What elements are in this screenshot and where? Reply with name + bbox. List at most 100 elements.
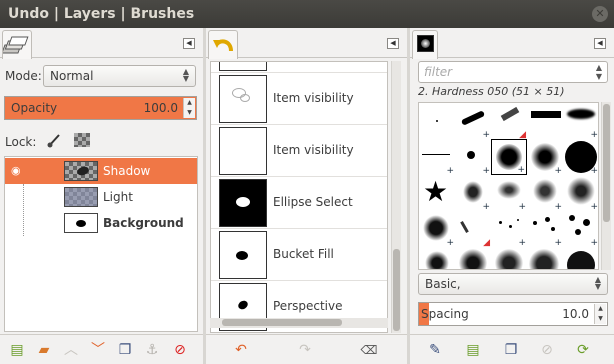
brush-cell[interactable]: +: [491, 211, 527, 248]
undo-row[interactable]: Ellipse Select: [211, 177, 387, 229]
spacing-slider[interactable]: Spacing 10.0 ▲ ▼: [418, 302, 608, 326]
brush-cell[interactable]: +: [455, 103, 491, 140]
brush-cell[interactable]: +: [455, 175, 491, 212]
undo-item-label: Bucket Fill: [273, 247, 334, 261]
undo-hscroll-thumb[interactable]: [222, 319, 342, 326]
layer-thumb-background: [64, 213, 98, 233]
layer-thumb-shadow: [64, 161, 98, 181]
brush-cell[interactable]: +: [563, 211, 598, 248]
tab-brushes[interactable]: [412, 30, 438, 59]
brush-cell-selected[interactable]: +: [491, 139, 527, 175]
spacing-label: Spacing: [421, 307, 469, 321]
spacing-spin-buttons[interactable]: ▲ ▼: [594, 304, 606, 324]
undo-horizontal-scrollbar[interactable]: [210, 318, 388, 328]
layers-icon: [1, 36, 29, 54]
undo-thumb: [219, 231, 267, 279]
new-brush-icon[interactable]: ▤: [464, 341, 482, 359]
brush-cell[interactable]: +: [419, 211, 455, 248]
undo-row[interactable]: Bucket Fill: [211, 229, 387, 281]
brushes-button-row: ✎ ▤ ❐ ⊘ ⟳: [410, 334, 614, 364]
undo-scroll-thumb[interactable]: [393, 249, 400, 331]
layer-thumb-light: [64, 187, 98, 207]
window-titlebar[interactable]: Undo | Layers | Brushes ✕: [0, 0, 614, 28]
brush-preset-select[interactable]: Basic, ▲ ▼: [418, 273, 608, 295]
brush-cell[interactable]: ◢: [455, 211, 491, 248]
preset-value: Basic,: [425, 277, 461, 291]
brush-grid-scrollbar[interactable]: [601, 102, 611, 270]
tab-undo-history[interactable]: [208, 30, 238, 59]
undo-item-label: Ellipse Select: [273, 195, 353, 209]
brush-cell[interactable]: ★: [419, 175, 455, 211]
undo-thumb: [219, 179, 267, 227]
brush-cell[interactable]: ◢: [491, 103, 527, 140]
brush-cell[interactable]: +: [563, 139, 598, 176]
brush-cell[interactable]: +: [455, 139, 491, 176]
mode-select[interactable]: Normal ▲ ▼: [43, 65, 196, 87]
brush-cell[interactable]: [491, 247, 527, 269]
delete-brush-icon[interactable]: ⊘: [538, 341, 556, 359]
layers-button-row: ▤ ▰ ︿ ﹀ ❐ ⚓ ⊘: [0, 334, 203, 364]
spin-arrows-icon: ▲ ▼: [594, 275, 601, 291]
duplicate-brush-icon[interactable]: ❐: [502, 341, 520, 359]
duplicate-layer-icon[interactable]: ❐: [116, 341, 134, 359]
lock-alpha-checker-icon[interactable]: [74, 133, 90, 147]
selected-brush-name: 2. Hardness 050 (51 × 51): [418, 85, 565, 98]
brush-cell[interactable]: +: [491, 175, 527, 212]
layers-list: ◉ Shadow Light Background: [4, 156, 198, 332]
tab-layers[interactable]: [1, 30, 32, 59]
brush-scroll-thumb[interactable]: [603, 104, 610, 222]
brush-cell[interactable]: [419, 247, 455, 269]
brush-cell[interactable]: +: [527, 139, 563, 176]
redo-icon[interactable]: ↷: [296, 341, 314, 359]
brush-cell[interactable]: [455, 247, 491, 269]
visibility-eye-icon[interactable]: ◉: [11, 164, 21, 177]
brush-cell[interactable]: +: [563, 103, 598, 140]
brush-grid[interactable]: + ◢ + + + + + + ★ + + + + + ◢ + + +: [418, 102, 599, 270]
brush-cell[interactable]: [419, 103, 455, 139]
brush-cell[interactable]: [527, 103, 563, 139]
lock-pixels-brush-icon[interactable]: [46, 132, 62, 148]
spacing-value: 10.0: [562, 307, 589, 321]
brushes-tab-menu-button[interactable]: ◀: [594, 38, 606, 49]
layers-tab-menu-button[interactable]: ◀: [183, 38, 195, 49]
layer-name-shadow[interactable]: Shadow: [103, 164, 150, 178]
brush-cell[interactable]: +: [563, 175, 598, 212]
delete-layer-icon[interactable]: ⊘: [171, 341, 189, 359]
clear-history-icon[interactable]: ⌫: [360, 341, 378, 359]
undo-vertical-scrollbar[interactable]: [391, 61, 401, 333]
refresh-brushes-icon[interactable]: ⟳: [574, 341, 592, 359]
opacity-spin-buttons[interactable]: ▲ ▼: [183, 98, 195, 118]
undo-row[interactable]: Item visibility: [211, 73, 387, 125]
raise-layer-icon[interactable]: ︿: [62, 341, 80, 359]
brush-preview-icon: [417, 35, 434, 52]
spin-arrows-icon: ▲ ▼: [182, 67, 189, 83]
undo-icon[interactable]: ↶: [232, 341, 250, 359]
layer-name-light[interactable]: Light: [103, 190, 133, 204]
opacity-slider[interactable]: Opacity 100.0 ▲ ▼: [4, 96, 197, 120]
brush-cell[interactable]: [527, 247, 563, 269]
undo-history-list: Item visibility Item visibility Ellipse …: [210, 61, 388, 333]
layer-row-background[interactable]: Background: [5, 210, 197, 236]
gimp-dock-window: Undo | Layers | Brushes ✕ ◀ Mode: Normal…: [0, 0, 614, 364]
brush-cell[interactable]: +: [527, 175, 563, 212]
anchor-layer-icon[interactable]: ⚓: [143, 341, 161, 359]
layer-row-shadow[interactable]: ◉ Shadow: [5, 158, 197, 184]
new-layer-group-icon[interactable]: ▰: [35, 341, 53, 359]
edit-brush-icon[interactable]: ✎: [426, 341, 444, 359]
undo-tab-menu-button[interactable]: ◀: [387, 38, 399, 49]
new-layer-icon[interactable]: ▤: [8, 341, 26, 359]
layers-panel: ◀ Mode: Normal ▲ ▼ Opacity 100.0 ▲ ▼ Lock:…: [0, 28, 203, 364]
undo-row[interactable]: [211, 62, 387, 73]
brush-cell[interactable]: +: [527, 211, 563, 248]
undo-button-row: ↶ ↷ ⌫: [206, 334, 407, 364]
undo-thumb: [219, 127, 267, 175]
brush-cell[interactable]: +: [419, 139, 455, 176]
close-window-button[interactable]: ✕: [592, 6, 608, 22]
lower-layer-icon[interactable]: ﹀: [89, 341, 107, 359]
lock-label: Lock:: [5, 135, 37, 149]
layer-name-background[interactable]: Background: [103, 216, 184, 230]
brush-cell[interactable]: [563, 247, 598, 269]
undo-row[interactable]: Item visibility: [211, 125, 387, 177]
brush-filter-input[interactable]: filter ▲ ▼: [418, 61, 608, 83]
layer-row-light[interactable]: Light: [5, 184, 197, 210]
